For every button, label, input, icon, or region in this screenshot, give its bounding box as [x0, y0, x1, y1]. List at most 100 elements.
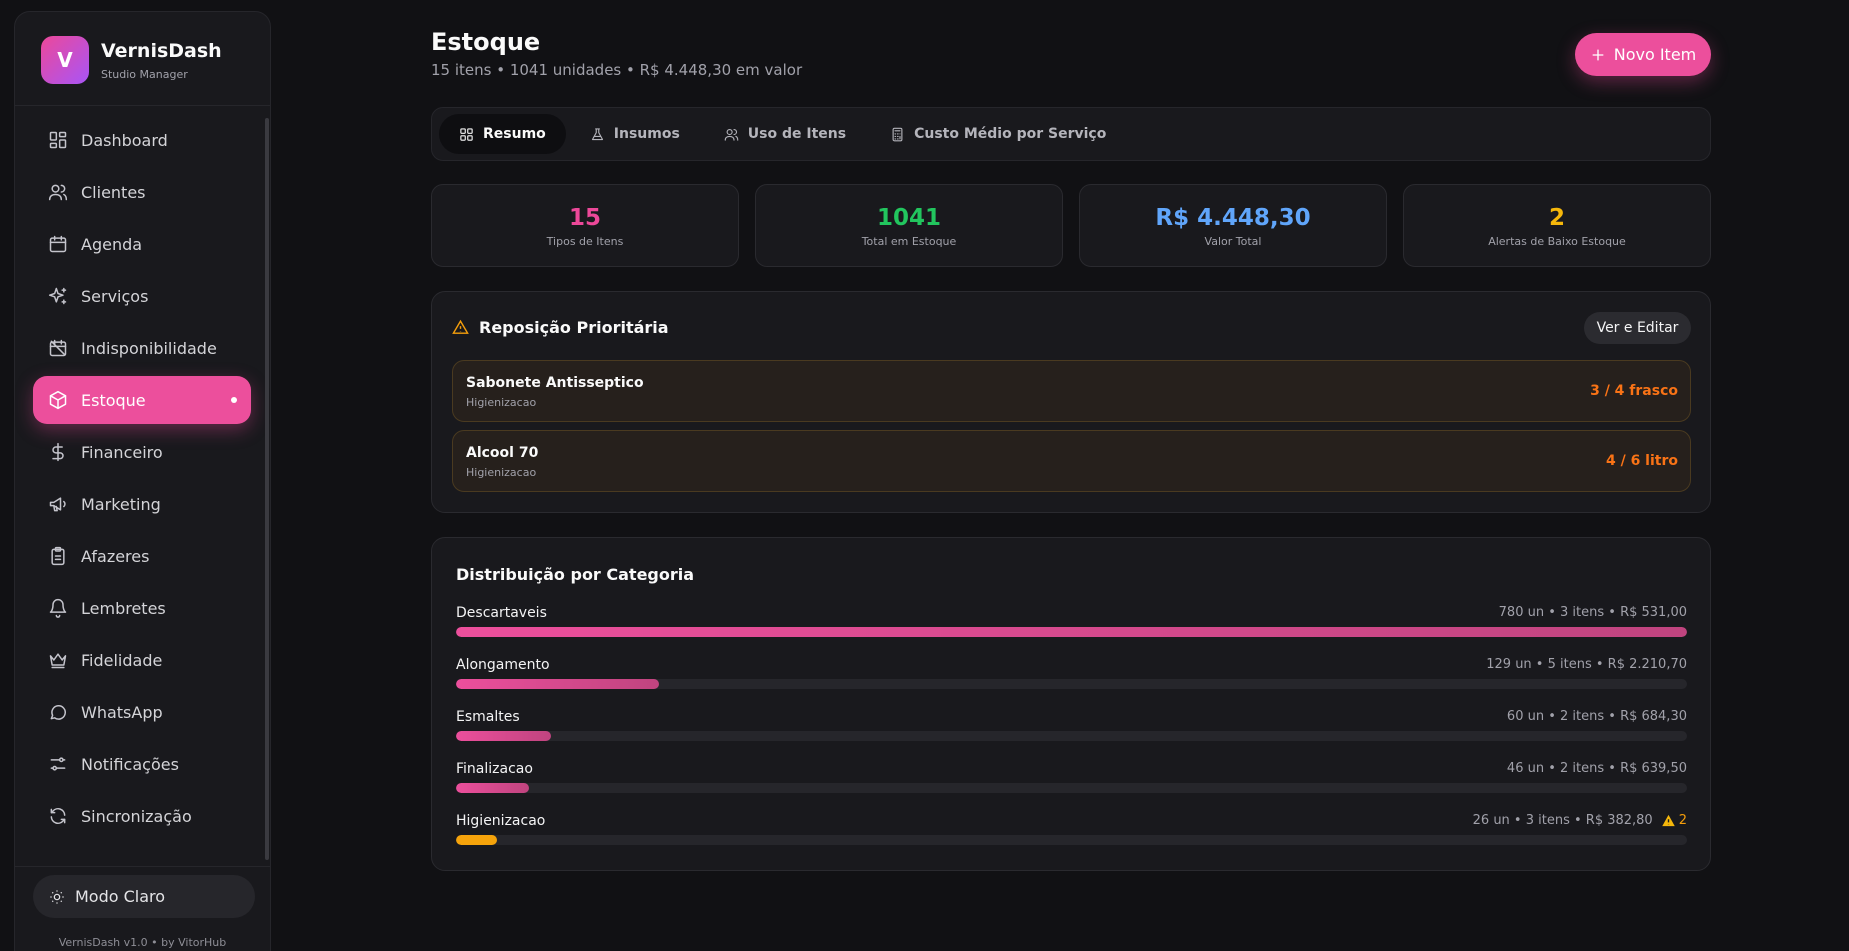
sidebar-item-fidelidade[interactable]: Fidelidade — [33, 636, 251, 684]
priority-item[interactable]: Alcool 70 Higienizacao 4 / 6 litro — [452, 430, 1691, 492]
category-bar-track — [456, 627, 1687, 637]
theme-toggle-button[interactable]: Modo Claro — [33, 875, 255, 918]
category-bar-track — [456, 679, 1687, 689]
category-bar-fill — [456, 835, 497, 845]
sidebar-item-label: Fidelidade — [81, 650, 163, 670]
priority-item-quantity: 3 / 4 frasco — [1590, 383, 1678, 399]
sidebar-item-afazeres[interactable]: Afazeres — [33, 532, 251, 580]
tab-resumo[interactable]: Resumo — [439, 114, 566, 154]
sidebar-item-marketing[interactable]: Marketing — [33, 480, 251, 528]
stat-label: Valor Total — [1204, 235, 1262, 248]
sliders-icon — [48, 754, 68, 774]
refresh-icon — [48, 806, 68, 826]
tab-label: Resumo — [483, 126, 546, 142]
active-indicator — [231, 397, 237, 403]
priority-item-name: Sabonete Antisseptico — [466, 375, 644, 391]
tab-custo-medio[interactable]: Custo Médio por Serviço — [870, 114, 1126, 154]
calendar-icon — [48, 234, 68, 254]
category-row: Higienizacao 26 un • 3 itens • R$ 382,80… — [456, 813, 1687, 849]
distribution-panel: Distribuição por Categoria Descartaveis … — [431, 537, 1711, 871]
bell-icon — [48, 598, 68, 618]
tab-uso-de-itens[interactable]: Uso de Itens — [704, 114, 866, 154]
category-bar-fill — [456, 731, 551, 741]
theme-toggle-label: Modo Claro — [75, 887, 166, 906]
crown-icon — [48, 650, 68, 670]
sidebar-item-label: Indisponibilidade — [81, 338, 217, 358]
stat-label: Tipos de Itens — [546, 235, 624, 248]
brand-logo[interactable]: V — [41, 36, 89, 84]
category-name: Alongamento — [456, 657, 550, 673]
sidebar-item-label: Afazeres — [81, 546, 150, 566]
category-name: Esmaltes — [456, 709, 520, 725]
calendar-off-icon — [48, 338, 68, 358]
priority-title: Reposição Prioritária — [452, 318, 669, 337]
sidebar-item-label: Serviços — [81, 286, 149, 306]
category-bar-track — [456, 835, 1687, 845]
category-bar-fill — [456, 783, 529, 793]
stat-card-alertas: 2 Alertas de Baixo Estoque — [1403, 184, 1711, 267]
dollar-icon — [48, 442, 68, 462]
sidebar-item-label: Agenda — [81, 234, 143, 254]
category-row: Esmaltes 60 un • 2 itens • R$ 684,30 — [456, 709, 1687, 745]
new-item-label: Novo Item — [1613, 45, 1697, 64]
stat-value: 2 — [1548, 205, 1565, 231]
tab-label: Uso de Itens — [747, 126, 847, 142]
category-meta: 26 un • 3 itens • R$ 382,80 2 — [1473, 813, 1687, 828]
stat-card-tipos: 15 Tipos de Itens — [431, 184, 739, 267]
new-item-button[interactable]: Novo Item — [1575, 33, 1711, 76]
clipboard-icon — [48, 546, 68, 566]
sidebar-item-whatsapp[interactable]: WhatsApp — [33, 688, 251, 736]
category-meta-text: 46 un • 2 itens • R$ 639,50 — [1506, 761, 1687, 776]
category-meta: 129 un • 5 itens • R$ 2.210,70 — [1486, 657, 1687, 672]
priority-item-quantity: 4 / 6 litro — [1605, 453, 1678, 469]
alert-count: 2 — [1678, 813, 1687, 828]
category-meta: 780 un • 3 itens • R$ 531,00 — [1499, 605, 1687, 620]
users-icon — [48, 182, 68, 202]
priority-item-category: Higienizacao — [466, 396, 537, 409]
grid-icon — [459, 127, 483, 142]
stat-card-total: 1041 Total em Estoque — [755, 184, 1063, 267]
sidebar-item-label: Clientes — [81, 182, 146, 202]
category-meta-text: 129 un • 5 itens • R$ 2.210,70 — [1486, 657, 1687, 672]
category-bar-track — [456, 731, 1687, 741]
category-name: Higienizacao — [456, 813, 546, 829]
category-meta: 46 un • 2 itens • R$ 639,50 — [1507, 761, 1687, 776]
sidebar: V VernisDash Studio Manager Dashboard Cl… — [14, 11, 271, 951]
category-name: Finalizacao — [456, 761, 533, 777]
sidebar-item-dashboard[interactable]: Dashboard — [33, 116, 251, 164]
sidebar-item-label: Financeiro — [81, 442, 163, 462]
sidebar-item-label: Estoque — [81, 390, 146, 410]
sidebar-item-servicos[interactable]: Serviços — [33, 272, 251, 320]
calculator-icon — [890, 127, 914, 142]
tab-insumos[interactable]: Insumos — [570, 114, 700, 154]
sidebar-item-indisponibilidade[interactable]: Indisponibilidade — [33, 324, 251, 372]
sidebar-item-lembretes[interactable]: Lembretes — [33, 584, 251, 632]
sparkles-icon — [48, 286, 68, 306]
stat-label: Total em Estoque — [861, 235, 957, 248]
priority-item-name: Alcool 70 — [466, 445, 539, 461]
stat-value: 15 — [568, 205, 601, 231]
sidebar-item-sincronizacao[interactable]: Sincronização — [33, 792, 251, 840]
stat-value: R$ 4.448,30 — [1155, 205, 1311, 231]
priority-item[interactable]: Sabonete Antisseptico Higienizacao 3 / 4… — [452, 360, 1691, 422]
sidebar-item-notificacoes[interactable]: Notificações — [33, 740, 251, 788]
brand-name: VernisDash — [101, 40, 222, 62]
page-title: Estoque — [431, 28, 541, 56]
brand-header: V VernisDash Studio Manager — [15, 12, 270, 106]
sidebar-item-agenda[interactable]: Agenda — [33, 220, 251, 268]
sidebar-item-label: Sincronização — [81, 806, 192, 826]
sidebar-item-label: Notificações — [81, 754, 179, 774]
sidebar-item-clientes[interactable]: Clientes — [33, 168, 251, 216]
category-meta-text: 780 un • 3 itens • R$ 531,00 — [1498, 605, 1687, 620]
category-bar-track — [456, 783, 1687, 793]
sidebar-item-label: WhatsApp — [81, 702, 163, 722]
view-edit-button[interactable]: Ver e Editar — [1584, 312, 1691, 344]
sidebar-item-label: Marketing — [81, 494, 161, 514]
stat-label: Alertas de Baixo Estoque — [1488, 235, 1626, 248]
sidebar-item-estoque[interactable]: Estoque — [33, 376, 251, 424]
sidebar-scrollbar[interactable] — [265, 118, 269, 860]
priority-panel: Reposição Prioritária Ver e Editar Sabon… — [431, 291, 1711, 513]
page-subtitle: 15 itens • 1041 unidades • R$ 4.448,30 e… — [431, 61, 803, 79]
tab-label: Custo Médio por Serviço — [914, 126, 1107, 142]
sidebar-item-financeiro[interactable]: Financeiro — [33, 428, 251, 476]
